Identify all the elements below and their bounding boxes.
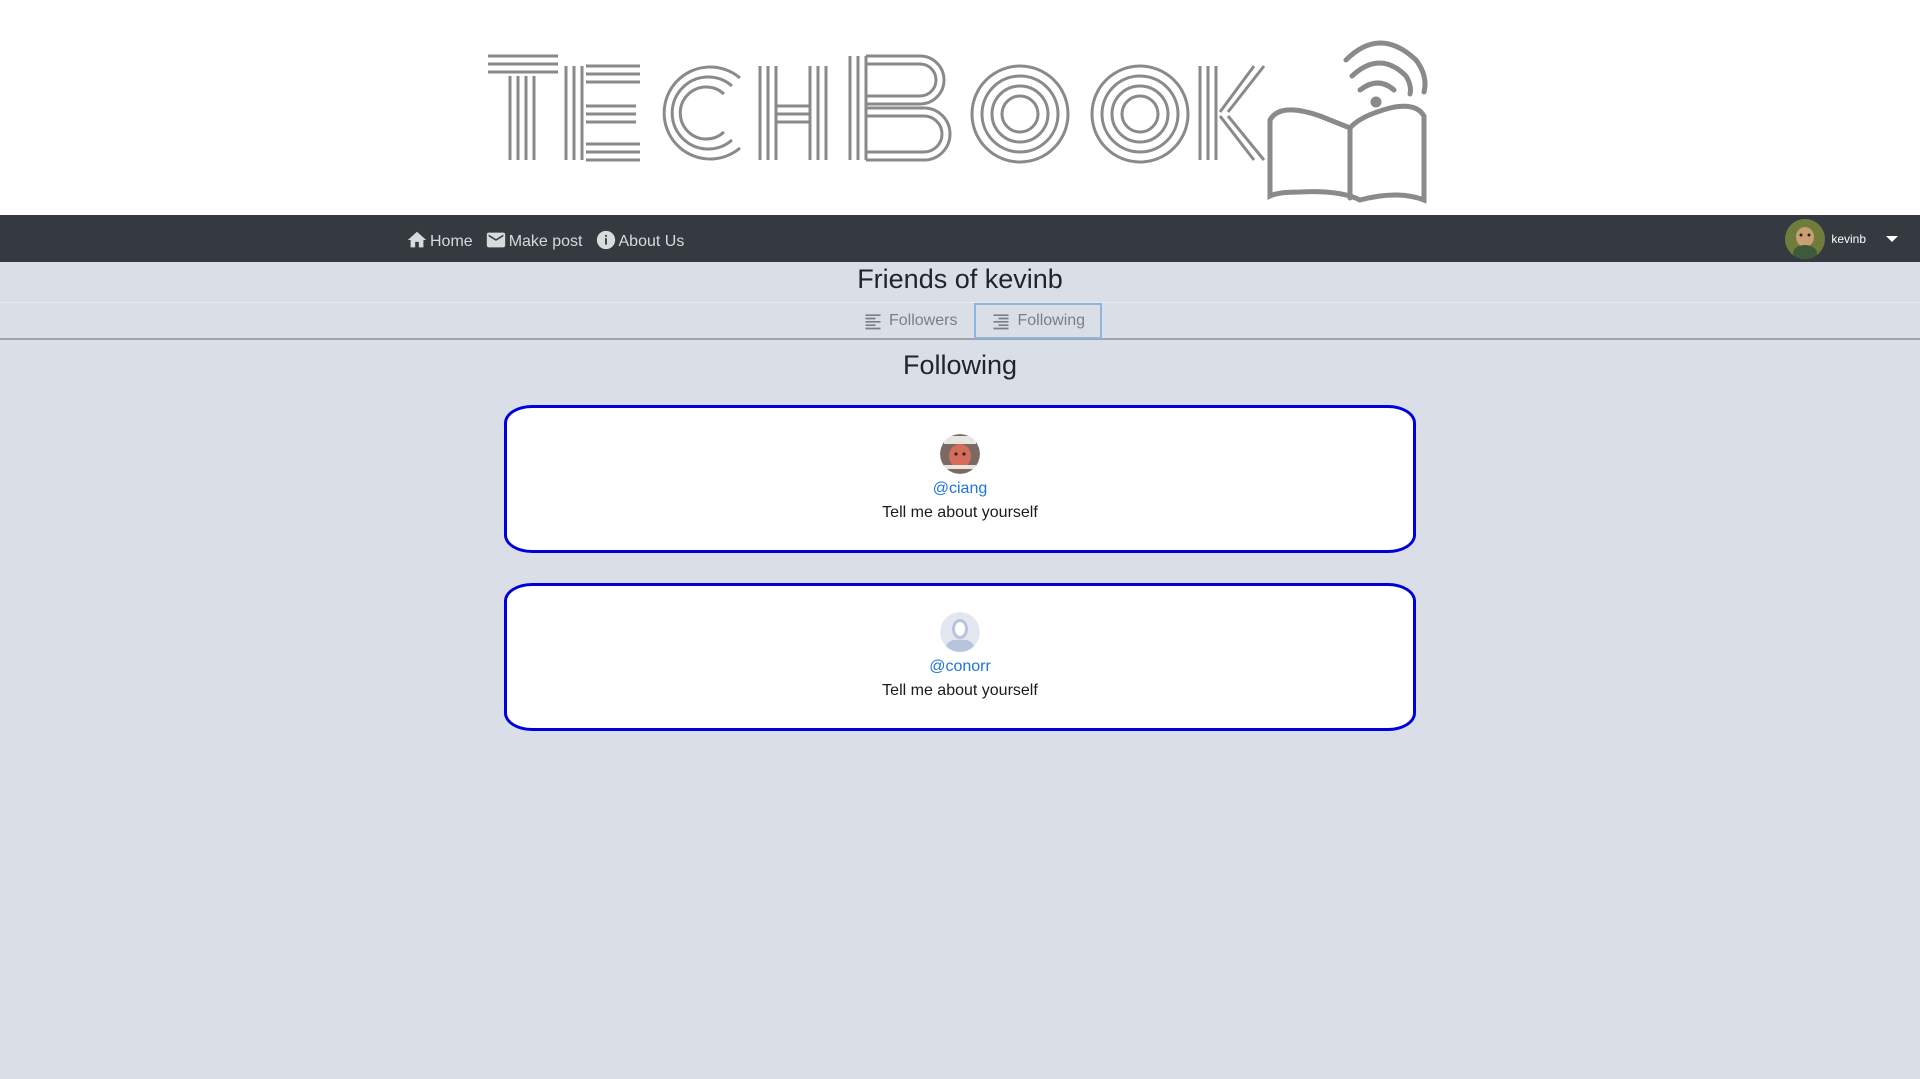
techbook-logo[interactable] [480,20,1440,210]
tab-following-label: Following [1017,312,1086,329]
home-icon [407,231,427,248]
user-bio: Tell me about yourself [882,682,1038,699]
nav-about-us-label: About Us [618,233,685,250]
techbook-logo-graphic [488,40,1428,204]
nav-make-post-label: Make post [508,233,583,250]
following-card: @conorr Tell me about yourself [504,583,1416,731]
user-handle-link[interactable]: @ciang [507,480,1413,498]
page-title: Friends of kevinb [857,264,1063,294]
nav-about-us[interactable]: About Us [595,223,685,251]
top-navbar: Home Make post About Us kevinb [0,215,1920,262]
tab-following[interactable]: Following [974,303,1103,339]
user-avatar-photo[interactable] [940,434,980,474]
user-handle-link[interactable]: @conorr [507,658,1413,676]
tab-followers[interactable]: Followers [846,303,974,339]
following-card: @ciang Tell me about yourself [504,405,1416,553]
align-right-icon [993,314,1009,330]
mail-icon [486,232,505,248]
user-bio: Tell me about yourself [882,504,1038,521]
header-banner [0,0,1920,215]
user-avatar-placeholder[interactable] [940,612,980,652]
user-avatar [1785,219,1826,259]
nav-links: Home Make post About Us [406,223,684,251]
nav-make-post[interactable]: Make post [485,223,583,251]
friends-tabs: Followers Following [846,303,1103,339]
user-menu-toggle[interactable]: kevinb [1785,219,1898,259]
tab-followers-label: Followers [889,312,958,329]
chevron-down-icon [1886,236,1898,242]
nav-home[interactable]: Home [406,223,473,251]
friends-tabs-bar: Followers Following [0,302,1920,340]
user-name: kevinb [1831,232,1866,246]
info-icon [596,230,615,250]
nav-home-label: Home [430,233,473,250]
align-left-icon [865,314,881,330]
section-heading: Following [902,350,1018,380]
